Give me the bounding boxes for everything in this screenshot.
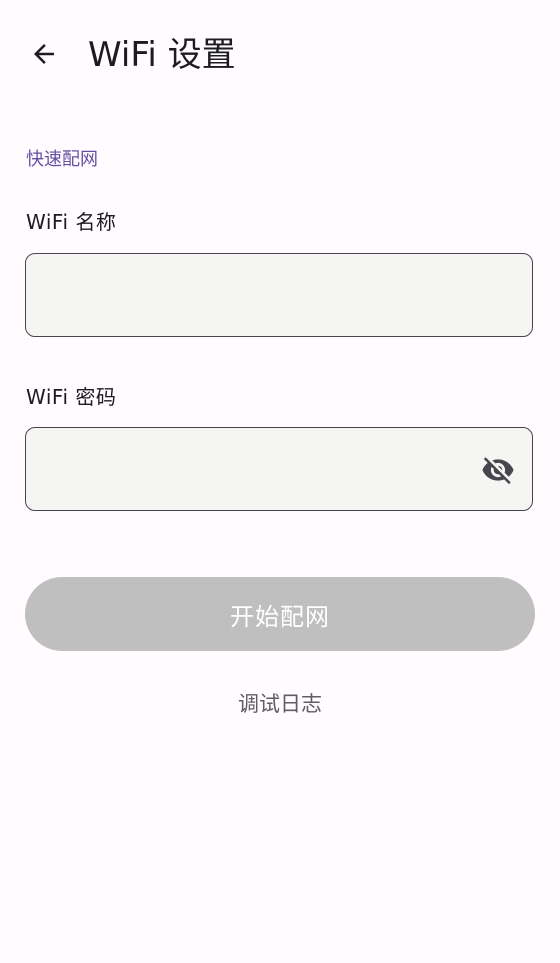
wifi-name-field[interactable]: [25, 253, 533, 337]
eye-off-icon: [482, 457, 514, 485]
password-visibility-toggle[interactable]: [480, 452, 516, 488]
arrow-back-icon: [34, 44, 54, 64]
wifi-password-label: WiFi 密码: [26, 385, 117, 409]
wifi-name-input[interactable]: [44, 254, 470, 336]
app-bar: WiFi 设置: [0, 0, 560, 110]
wifi-password-field[interactable]: [25, 427, 533, 511]
wifi-name-label: WiFi 名称: [26, 210, 117, 234]
back-button[interactable]: [20, 30, 68, 78]
debug-log-button[interactable]: 调试日志: [200, 684, 360, 722]
start-provisioning-button[interactable]: 开始配网: [25, 577, 535, 651]
section-label-quick-setup: 快速配网: [26, 149, 98, 170]
page-title: WiFi 设置: [88, 35, 236, 75]
wifi-password-input[interactable]: [44, 428, 470, 510]
